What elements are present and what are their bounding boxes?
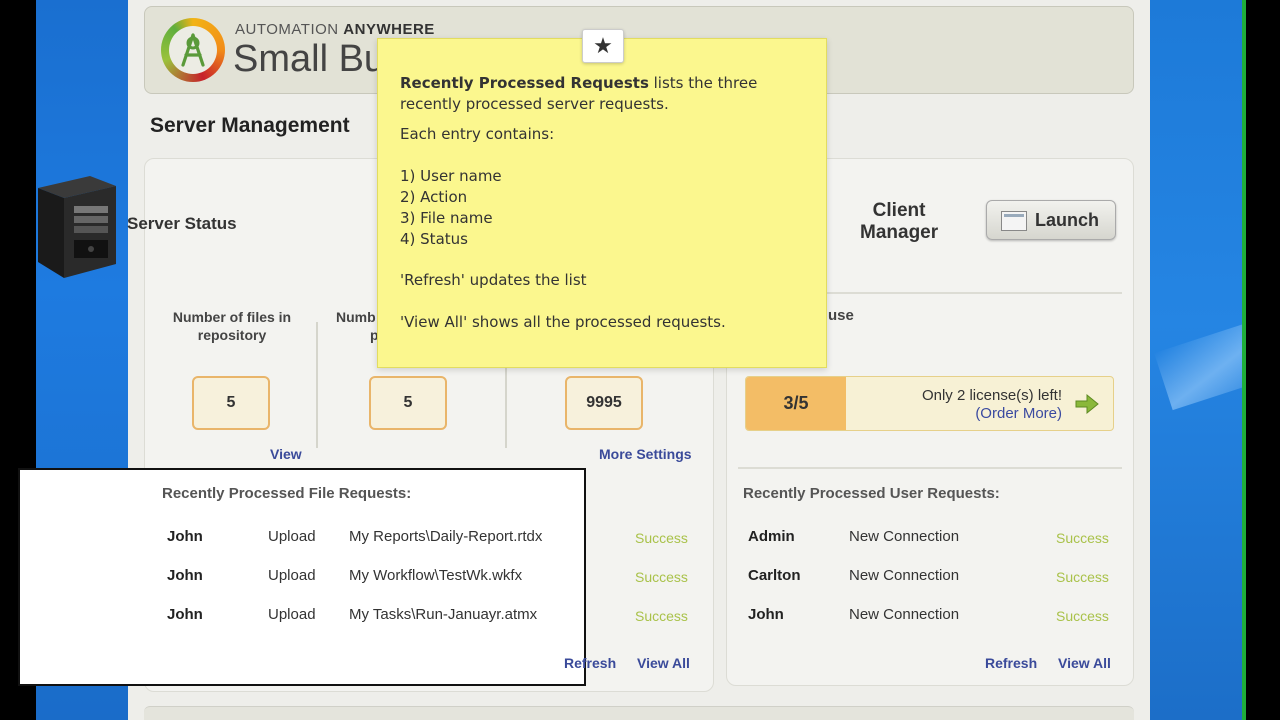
row-user: Carlton bbox=[748, 567, 801, 584]
row-file: My Tasks\Run-Januayr.atmx bbox=[349, 606, 538, 623]
order-more-link[interactable]: (Order More) bbox=[896, 405, 1062, 422]
client-label-line: Client bbox=[872, 200, 926, 221]
user-requests-refresh-link[interactable]: Refresh bbox=[985, 655, 1037, 671]
row-action: Upload bbox=[268, 528, 316, 545]
tooltip-refresh-note: 'Refresh' updates the list bbox=[400, 271, 587, 289]
row-action: New Connection bbox=[849, 606, 960, 623]
row-user: Admin bbox=[748, 528, 795, 545]
brand-product-name: Small Bu bbox=[233, 38, 386, 80]
user-requests-title: Recently Processed User Requests: bbox=[743, 485, 1000, 502]
stat-value-second: 5 bbox=[369, 376, 447, 430]
file-requests-view-all-link[interactable]: View All bbox=[637, 655, 690, 671]
window-app-icon bbox=[1001, 211, 1027, 231]
row-user: John bbox=[167, 528, 203, 545]
tooltip-heading: Recently Processed Requests lists the th… bbox=[400, 74, 757, 92]
stat-value-files-in-repository: 5 bbox=[192, 376, 270, 430]
tooltip-view-all-note: 'View All' shows all the processed reque… bbox=[400, 313, 726, 331]
stat-divider bbox=[316, 322, 318, 448]
row-user: John bbox=[167, 606, 203, 623]
stat-label-files-in-repository: Number of files in repository bbox=[158, 308, 306, 344]
row-action: New Connection bbox=[849, 567, 960, 584]
row-action: Upload bbox=[268, 606, 316, 623]
stat-label-second: Numb p bbox=[336, 308, 379, 344]
bottom-panel-edge bbox=[144, 706, 1134, 720]
stat-label-line: Number of files in bbox=[172, 309, 292, 325]
help-tooltip: Recently Processed Requests lists the th… bbox=[377, 38, 827, 368]
star-icon[interactable]: ★ bbox=[582, 29, 624, 63]
stat-label-line: Numb bbox=[336, 309, 376, 325]
row-file: My Workflow\TestWk.wkfx bbox=[349, 567, 523, 584]
server-status-label: Server Status bbox=[127, 214, 237, 233]
tooltip-item: 2) Action bbox=[400, 188, 468, 206]
more-settings-link[interactable]: More Settings bbox=[599, 446, 692, 462]
tooltip-heading-rest: lists the three bbox=[648, 74, 758, 92]
client-label-line: Manager bbox=[860, 222, 939, 243]
stat-divider bbox=[505, 368, 507, 448]
automation-anywhere-logo-icon bbox=[181, 33, 205, 67]
license-count: 3/5 bbox=[746, 377, 846, 430]
launch-button[interactable]: Launch bbox=[986, 200, 1116, 240]
desktop-light-streak bbox=[1154, 309, 1242, 411]
arrow-right-icon[interactable] bbox=[1074, 393, 1100, 415]
tooltip-heading-line2: recently processed server requests. bbox=[400, 95, 669, 113]
page-title: Server Management bbox=[150, 114, 350, 137]
license-usage-bar: 3/5 Only 2 license(s) left! (Order More) bbox=[745, 376, 1114, 431]
tooltip-heading-bold: Recently Processed Requests bbox=[400, 74, 649, 92]
divider bbox=[738, 467, 1122, 469]
client-manager-label: Client Manager bbox=[860, 200, 938, 244]
row-file: My Reports\Daily-Report.rtdx bbox=[349, 528, 543, 545]
row-action: Upload bbox=[268, 567, 316, 584]
tooltip-item: 3) File name bbox=[400, 209, 493, 227]
row-status: Success bbox=[1056, 569, 1109, 585]
window-edge-accent bbox=[1242, 0, 1246, 720]
file-requests-refresh-link[interactable]: Refresh bbox=[564, 655, 616, 671]
row-status: Success bbox=[635, 569, 688, 585]
license-use-label: use bbox=[828, 307, 854, 324]
tooltip-item: 4) Status bbox=[400, 230, 468, 248]
row-status: Success bbox=[635, 530, 688, 546]
file-requests-title: Recently Processed File Requests: bbox=[162, 485, 412, 502]
launch-button-label: Launch bbox=[1035, 210, 1100, 230]
row-user: John bbox=[167, 567, 203, 584]
row-status: Success bbox=[1056, 608, 1109, 624]
stat-value-third: 9995 bbox=[565, 376, 643, 430]
tooltip-item: 1) User name bbox=[400, 167, 502, 185]
stat-label-line: p bbox=[370, 327, 379, 343]
server-tower-icon bbox=[38, 176, 116, 278]
tooltip-entry-intro: Each entry contains: bbox=[400, 125, 555, 143]
desktop-background-right bbox=[1150, 0, 1242, 720]
license-remaining-message: Only 2 license(s) left! bbox=[921, 387, 1062, 404]
row-status: Success bbox=[1056, 530, 1109, 546]
row-user: John bbox=[748, 606, 784, 623]
user-requests-view-all-link[interactable]: View All bbox=[1058, 655, 1111, 671]
row-action: New Connection bbox=[849, 528, 960, 545]
row-status: Success bbox=[635, 608, 688, 624]
view-files-link[interactable]: View bbox=[270, 446, 302, 462]
stat-label-line: repository bbox=[197, 327, 267, 343]
brand-tagline: AUTOMATION ANYWHERE bbox=[235, 21, 435, 38]
